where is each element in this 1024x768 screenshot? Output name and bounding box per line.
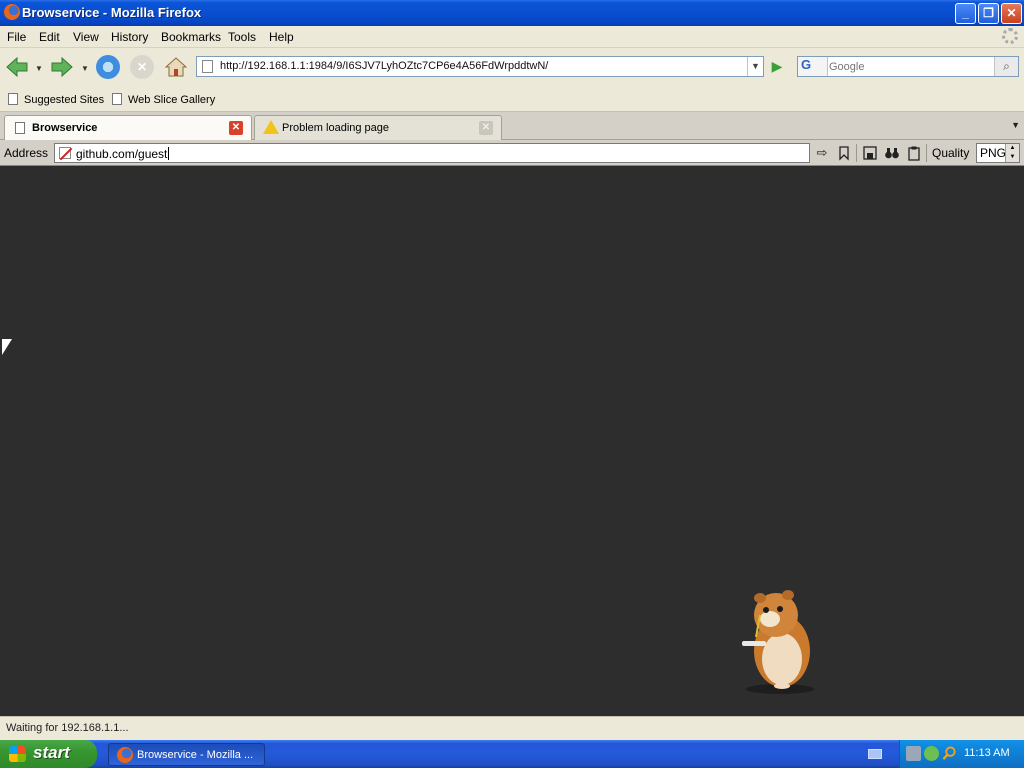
back-history-dropdown-icon[interactable]: ▼ — [35, 64, 43, 73]
clock[interactable]: 11:13 AM — [964, 747, 1010, 759]
menu-edit[interactable]: Edit — [39, 30, 60, 44]
page-icon — [202, 60, 213, 73]
search-input[interactable] — [829, 58, 994, 75]
close-button[interactable]: ✕ — [1001, 3, 1022, 24]
firefox-window: Browservice - Mozilla Firefox _ ❐ ✕ File… — [0, 0, 1024, 740]
forward-history-dropdown-icon[interactable]: ▼ — [81, 64, 89, 73]
tab-label: Browservice — [32, 122, 98, 134]
windows-taskbar: start Browservice - Mozilla ... 11:13 AM — [0, 740, 1024, 768]
tab-problem-loading[interactable]: Problem loading page ✕ — [254, 115, 502, 140]
page-icon — [15, 122, 25, 134]
save-page-icon[interactable] — [862, 145, 878, 161]
title-bar: Browservice - Mozilla Firefox _ ❐ ✕ — [0, 0, 1024, 26]
status-bar: Waiting for 192.168.1.1... — [0, 716, 1024, 740]
url-history-dropdown-icon[interactable]: ▼ — [747, 57, 763, 76]
taskbar-item-label: Browservice - Mozilla ... — [137, 749, 254, 761]
quality-label: Quality — [932, 146, 970, 160]
list-all-tabs-icon[interactable]: ▼ — [1011, 120, 1020, 130]
search-engine-selector[interactable]: G — [798, 57, 828, 76]
page-icon — [8, 93, 18, 105]
bookmark-web-slice-gallery[interactable]: Web Slice Gallery — [112, 93, 215, 106]
home-icon[interactable] — [164, 55, 188, 79]
url-bar[interactable]: http://192.168.1.1:1984/9/I6SJV7LyhOZtc7… — [196, 56, 764, 77]
close-tab-icon[interactable]: ✕ — [479, 121, 493, 135]
mouse-cursor-icon — [2, 339, 12, 355]
go-button[interactable]: ▶ — [766, 56, 788, 77]
firefox-logo-icon — [117, 747, 133, 763]
keyboard-language-icon[interactable] — [868, 749, 882, 759]
page-icon — [112, 93, 122, 105]
bookmarks-toolbar: Suggested Sites Web Slice Gallery — [0, 86, 1024, 112]
taskbar-item-firefox[interactable]: Browservice - Mozilla ... — [108, 743, 265, 766]
address-text[interactable]: github.com/guest — [76, 147, 170, 161]
tab-browservice[interactable]: Browservice ✕ — [4, 115, 252, 141]
quality-spinner-icon[interactable]: ▲ ▼ — [1005, 144, 1019, 162]
security-shield-icon[interactable] — [924, 746, 939, 761]
tab-label: Problem loading page — [282, 122, 390, 134]
status-text: Waiting for 192.168.1.1... — [6, 722, 129, 734]
forward-arrow-icon[interactable] — [50, 55, 74, 79]
menu-tools[interactable]: Tools — [228, 30, 256, 44]
search-box[interactable]: G ⌕ — [797, 56, 1019, 77]
toolbar-separator — [926, 144, 927, 162]
back-arrow-icon[interactable] — [5, 55, 29, 79]
address-field[interactable]: github.com/guest — [54, 143, 810, 163]
find-binoculars-icon[interactable] — [884, 145, 900, 161]
url-text[interactable]: http://192.168.1.1:1984/9/I6SJV7LyhOZtc7… — [220, 60, 548, 72]
bookmark-suggested-sites[interactable]: Suggested Sites — [8, 93, 104, 106]
address-label: Address — [4, 146, 49, 160]
start-label: start — [33, 743, 70, 762]
firefox-logo-icon — [4, 4, 20, 20]
minimize-button[interactable]: _ — [955, 3, 976, 24]
windows-logo-icon — [9, 746, 26, 762]
navigation-toolbar: ▼ ▼ ✕ http://192.168.1.1:1984/9/I6SJV7Ly… — [0, 48, 1024, 86]
restore-button[interactable]: ❐ — [978, 3, 999, 24]
menu-history[interactable]: History — [111, 30, 148, 44]
stop-icon[interactable]: ✕ — [130, 55, 154, 79]
menu-bookmarks[interactable]: Bookmarks — [161, 30, 221, 44]
clipboard-icon[interactable] — [906, 145, 922, 161]
browservice-toolbar: Address github.com/guest ⇨ Quality PNG ▲… — [0, 140, 1024, 166]
toolbar-separator — [856, 144, 857, 162]
reload-icon[interactable] — [96, 55, 120, 79]
network-icon[interactable] — [906, 746, 921, 761]
window-title: Browservice - Mozilla Firefox — [22, 5, 202, 20]
menu-bar: File Edit View History Bookmarks Tools H… — [0, 26, 1024, 48]
close-tab-icon[interactable]: ✕ — [229, 121, 243, 135]
menu-view[interactable]: View — [73, 30, 99, 44]
menu-file[interactable]: File — [7, 30, 26, 44]
system-tray: 11:13 AM — [899, 740, 1024, 768]
warning-icon — [263, 120, 279, 134]
quality-selector[interactable]: PNG ▲ ▼ — [976, 143, 1020, 163]
insecure-connection-icon — [59, 147, 71, 159]
hamster-mascot-icon — [742, 590, 814, 694]
page-content[interactable] — [0, 167, 1024, 716]
search-tray-icon[interactable] — [942, 746, 957, 761]
tab-bar: Browservice ✕ Problem loading page ✕ ▼ — [0, 112, 1024, 141]
search-icon[interactable]: ⌕ — [994, 57, 1018, 76]
text-caret — [168, 147, 170, 160]
start-button[interactable]: start — [0, 740, 97, 768]
menu-help[interactable]: Help — [269, 30, 294, 44]
throbber-icon — [1002, 28, 1018, 44]
go-arrow-icon[interactable]: ⇨ — [814, 145, 830, 161]
bookmark-icon[interactable] — [836, 145, 852, 161]
